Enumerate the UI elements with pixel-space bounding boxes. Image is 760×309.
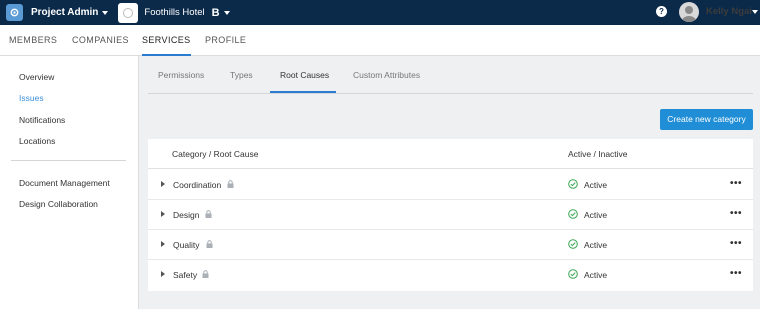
check-circle-icon <box>568 269 578 279</box>
category-name: Design <box>173 210 200 220</box>
chevron-down-icon[interactable] <box>102 10 109 15</box>
check-circle-icon <box>568 209 578 219</box>
subtab-permissions[interactable]: Permissions <box>158 70 204 80</box>
project-thumbnail[interactable] <box>118 2 139 23</box>
sidebar-item-notifications[interactable]: Notifications <box>19 115 65 125</box>
status-text: Active <box>584 180 608 190</box>
table-header: Category / Root Cause Active / Inactive <box>148 139 753 169</box>
sidebar-item-locations[interactable]: Locations <box>19 136 55 146</box>
tab-services[interactable]: SERVICES <box>142 25 191 56</box>
sidebar-item-issues[interactable]: Issues <box>19 93 44 103</box>
sidebar-item-overview[interactable]: Overview <box>19 72 54 82</box>
subtab-divider <box>148 93 753 94</box>
root-causes-table: Category / Root Cause Active / Inactive … <box>148 139 753 291</box>
category-name: Coordination <box>173 180 222 190</box>
table-row[interactable]: Safety Active ••• <box>148 260 753 290</box>
status-text: Active <box>584 210 608 220</box>
lock-icon <box>227 180 234 188</box>
subtab-types[interactable]: Types <box>230 70 253 80</box>
top-bar: Project Admin Foothills Hotel B <box>0 0 760 25</box>
tab-profile[interactable]: PROFILE <box>205 25 246 56</box>
expand-arrow-icon[interactable] <box>161 181 165 187</box>
sidebar-divider <box>11 160 126 161</box>
check-circle-icon <box>568 179 578 189</box>
project-badge: B <box>211 6 220 19</box>
status-text: Active <box>584 240 608 250</box>
sidebar-item-document-management[interactable]: Document Management <box>19 178 110 188</box>
settings-app-icon[interactable] <box>6 4 23 21</box>
more-options-icon[interactable]: ••• <box>730 268 742 279</box>
more-options-icon[interactable]: ••• <box>730 208 742 219</box>
tab-companies[interactable]: COMPANIES <box>72 25 129 56</box>
help-icon[interactable]: ? <box>656 6 667 17</box>
subtab-custom-attributes[interactable]: Custom Attributes <box>353 70 420 80</box>
sidebar: Overview Issues Notifications Locations … <box>0 56 139 309</box>
chevron-down-icon[interactable] <box>752 10 758 14</box>
expand-arrow-icon[interactable] <box>161 241 165 247</box>
lock-icon <box>205 210 212 218</box>
more-options-icon[interactable]: ••• <box>730 238 742 249</box>
table-row[interactable]: Quality Active ••• <box>148 230 753 260</box>
project-name[interactable]: Foothills Hotel <box>144 7 204 18</box>
column-header-category[interactable]: Category / Root Cause <box>172 149 258 159</box>
table-row[interactable]: Coordination Active ••• <box>148 170 753 200</box>
user-name[interactable]: Kelly Ngai <box>706 6 752 17</box>
category-name: Quality <box>173 240 200 250</box>
table-row[interactable]: Design Active ••• <box>148 200 753 230</box>
active-subtab-indicator <box>270 91 336 93</box>
subtab-root-causes[interactable]: Root Causes <box>280 70 329 80</box>
status-text: Active <box>584 270 608 280</box>
tab-members[interactable]: MEMBERS <box>9 25 57 56</box>
app-title[interactable]: Project Admin <box>31 7 98 18</box>
check-circle-icon <box>568 239 578 249</box>
avatar[interactable] <box>679 2 699 22</box>
main-nav: MEMBERS COMPANIES SERVICES PROFILE <box>0 25 760 56</box>
category-name: Safety <box>173 270 198 280</box>
expand-arrow-icon[interactable] <box>161 211 165 217</box>
chevron-down-icon[interactable] <box>223 10 230 15</box>
column-header-status[interactable]: Active / Inactive <box>568 149 628 159</box>
more-options-icon[interactable]: ••• <box>730 178 742 189</box>
expand-arrow-icon[interactable] <box>161 271 165 277</box>
lock-icon <box>202 270 209 278</box>
sidebar-item-design-collaboration[interactable]: Design Collaboration <box>19 199 98 209</box>
lock-icon <box>206 240 213 248</box>
create-category-button[interactable]: Create new category <box>660 109 753 130</box>
